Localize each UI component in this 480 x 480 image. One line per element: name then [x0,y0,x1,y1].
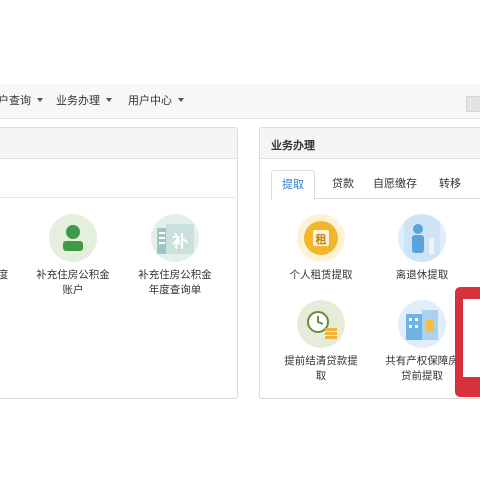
tab-voluntary-deposit[interactable]: 自愿缴存 [369,170,421,198]
tab-transfer[interactable]: 转移 [433,170,467,198]
tab-withdrawal[interactable]: 提取 [271,170,315,200]
nav-item-user-center[interactable]: 用户中心 [128,92,184,108]
document-icon: 补 [151,214,199,262]
svg-text:补: 补 [171,232,188,251]
tile-early-loan-settlement[interactable]: 提前结清贷款提 取 [276,300,366,384]
top-right-control[interactable] [466,96,480,112]
caret-down-icon [106,98,112,102]
rent-icon: 租 [297,214,345,262]
left-panel: 度 补充住房公积金 账户 补 补充住房公积金 年度查询单 [0,127,238,399]
tile-shared-housing-withdrawal[interactable]: 共有产权保障房 贷前提取 [382,300,462,384]
top-nav-bar: 户查询 业务办理 用户中心 [0,84,480,119]
tab-loan[interactable]: 贷款 [323,170,363,198]
tile-rent-withdrawal[interactable]: 租 个人租赁提取 [276,214,366,283]
tile-supplementary-account[interactable]: 补充住房公积金 账户 [33,214,113,298]
panel-title: 业务办理 [271,139,315,152]
tile-partial[interactable]: 度 [0,268,13,283]
svg-text:租: 租 [316,233,327,246]
tile-supplementary-annual-query[interactable]: 补 补充住房公积金 年度查询单 [135,214,215,298]
nav-item-query[interactable]: 户查询 [0,92,43,108]
user-icon [49,214,97,262]
highlight-overlay-inner [463,299,480,377]
loan-settle-icon [297,300,345,348]
retirement-icon [398,214,446,262]
caret-down-icon [37,98,43,102]
nav-item-business[interactable]: 业务办理 [56,92,112,108]
caret-down-icon [178,98,184,102]
left-panel-divider [0,197,235,198]
business-panel-header: 业务办理 [260,128,480,159]
business-tabs: 提取 贷款 自愿缴存 转移 [271,170,480,200]
highlight-overlay [455,287,480,397]
shared-housing-icon [398,300,446,348]
tile-retirement-withdrawal[interactable]: 离退休提取 [382,214,462,283]
business-panel: 业务办理 提取 贷款 自愿缴存 转移 租 个人租赁提取 离退休提取 提前结清贷款… [259,127,480,399]
left-panel-header [0,128,237,159]
